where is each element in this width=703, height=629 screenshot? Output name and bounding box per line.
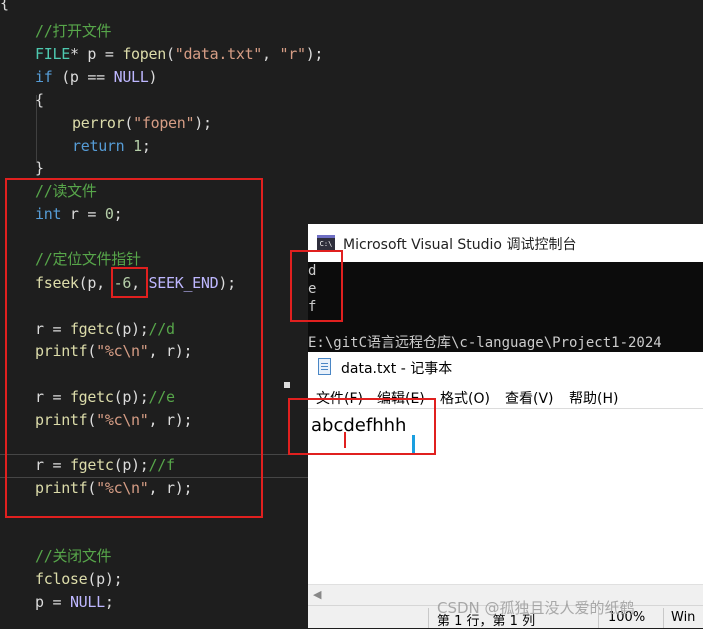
menu-format[interactable]: 格式(O) <box>440 388 490 408</box>
code-text: ( <box>165 45 175 63</box>
code-line-if: if (p == NULL) <box>35 66 158 88</box>
fn-fopen: fopen <box>122 45 166 63</box>
annotation-notepad-content <box>288 398 436 455</box>
status-encoding: Win <box>671 610 696 625</box>
string-literal: "data.txt" <box>174 45 263 63</box>
code-text: ; <box>104 593 114 611</box>
notepad-titlebar[interactable]: data.txt - 记事本 <box>308 352 703 382</box>
breakpoint-marker <box>284 382 290 388</box>
watermark: CSDN @孤独且没人爱的纸鹤 <box>437 599 635 617</box>
macro-null: NULL <box>69 593 105 611</box>
code-text: , <box>262 45 280 63</box>
code-line-return: return 1; <box>72 135 151 157</box>
code-text: * p = <box>69 45 123 63</box>
notepad-window[interactable]: data.txt - 记事本 文件(F) 编辑(E) 格式(O) 查看(V) 帮… <box>308 352 703 629</box>
console-title: Microsoft Visual Studio 调试控制台 <box>343 237 577 253</box>
annotation-console-output <box>290 250 343 322</box>
string-literal: "fopen" <box>133 114 195 132</box>
annotation-seek-position-marker <box>344 432 346 448</box>
menu-help[interactable]: 帮助(H) <box>569 388 618 408</box>
code-text: (p); <box>87 570 123 588</box>
console-path-line: E:\gitC语言远程仓库\c-language\Project1-2024 <box>308 335 662 351</box>
status-divider <box>428 608 429 628</box>
code-text: ) <box>148 68 158 86</box>
string-literal: "r" <box>279 45 307 63</box>
console-app-icon: C:\ <box>317 235 335 250</box>
code-text: ( <box>124 114 134 132</box>
code-line-perror: perror("fopen"); <box>72 112 212 134</box>
comment-open-file: //打开文件 <box>35 22 112 40</box>
code-text: ); <box>194 114 212 132</box>
code-line-fopen: FILE* p = fopen("data.txt", "r"); <box>35 43 323 65</box>
number-literal: 1 <box>124 137 142 155</box>
macro-null: NULL <box>113 68 149 86</box>
status-divider <box>663 608 664 628</box>
annotation-read-block <box>5 178 263 518</box>
code-line-null: p = NULL; <box>35 591 114 613</box>
code-text: ); <box>305 45 324 63</box>
notepad-title: data.txt - 记事本 <box>341 361 453 377</box>
notepad-icon <box>318 358 331 375</box>
code-text: (p == <box>52 68 114 86</box>
code-text: p = <box>35 593 70 611</box>
keyword-return: return <box>72 137 125 155</box>
comment-close-file: //关闭文件 <box>35 547 112 565</box>
fn-perror: perror <box>72 114 125 132</box>
open-brace: { <box>0 0 10 12</box>
debug-console-window[interactable]: C:\ Microsoft Visual Studio 调试控制台 d e f … <box>308 224 703 352</box>
fn-fclose: fclose <box>35 570 88 588</box>
scroll-left-icon[interactable]: ◀ <box>313 588 321 601</box>
keyword-if: if <box>35 68 53 86</box>
code-brace-close: } <box>35 159 44 177</box>
code-text: ; <box>141 137 151 155</box>
code-line-fclose: fclose(p); <box>35 568 123 590</box>
code-brace-open: { <box>35 91 44 109</box>
type-file: FILE <box>35 45 70 63</box>
annotation-offset <box>111 267 148 298</box>
console-titlebar[interactable]: C:\ Microsoft Visual Studio 调试控制台 <box>308 224 703 262</box>
menu-view[interactable]: 查看(V) <box>505 388 554 408</box>
